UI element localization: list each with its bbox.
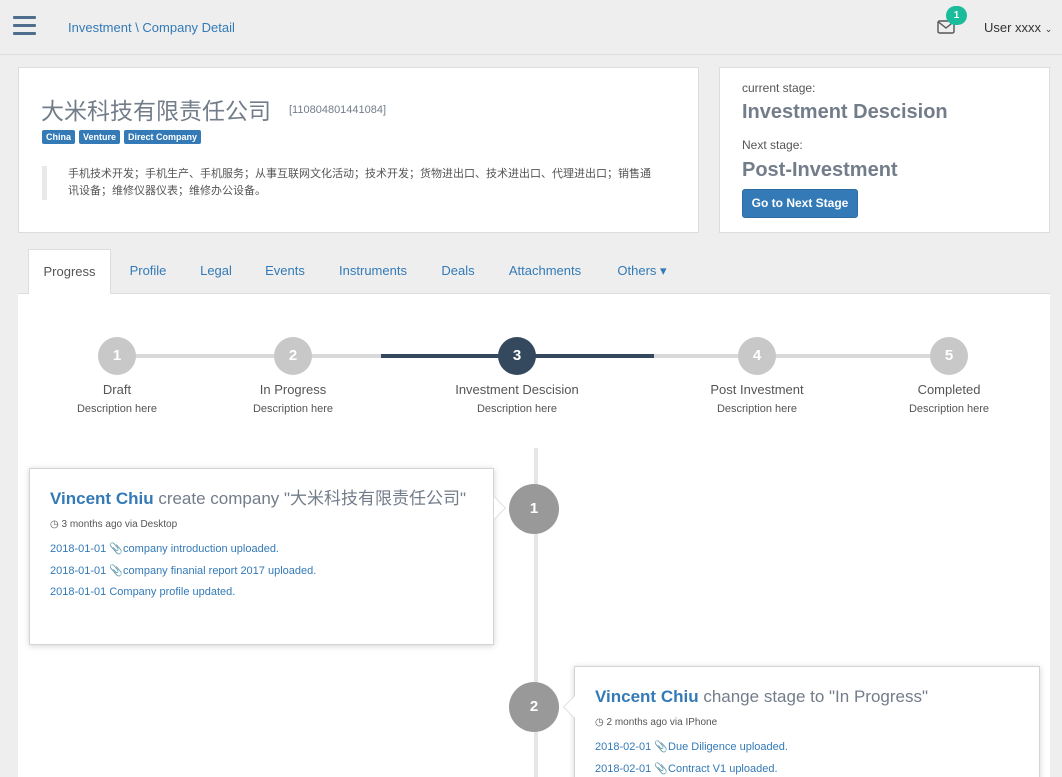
tab-deals[interactable]: Deals xyxy=(433,249,483,294)
hamburger-menu-icon[interactable] xyxy=(13,16,36,36)
step-connector xyxy=(117,354,381,358)
event-suffix: uploaded. xyxy=(726,763,778,775)
timeline-card-arrow xyxy=(563,695,575,719)
company-description: 手机技术开发；手机生产、手机服务；从事互联网文化活动；技术开发；货物进出口、技术… xyxy=(42,166,652,200)
event-suffix: uploaded. xyxy=(227,543,279,555)
step-4-title: Post Investment xyxy=(710,382,804,397)
timeline-title: Vincent Chiu create company "大米科技有限责任公司" xyxy=(50,489,473,509)
step-5-desc: Description here xyxy=(908,403,990,415)
event-date: 2018-01-01 xyxy=(50,586,107,598)
timeline-action: create company "大米科技有限责任公司" xyxy=(153,489,467,508)
breadcrumb[interactable]: Investment \ Company Detail xyxy=(68,20,235,35)
tab-bar: Progress Profile Legal Events Instrument… xyxy=(18,249,1050,295)
next-stage-value: Post-Investment xyxy=(742,159,898,181)
timeline-event: 2018-01-01 Company profile updated. xyxy=(50,586,473,598)
go-to-next-stage-button[interactable]: Go to Next Stage xyxy=(742,189,858,218)
timeline-meta-text: 3 months ago via Desktop xyxy=(61,519,178,530)
event-suffix: uploaded. xyxy=(736,741,788,753)
tab-legal[interactable]: Legal xyxy=(192,249,240,294)
step-1-circle[interactable]: 1 xyxy=(98,337,136,375)
timeline-badge-1: 1 xyxy=(509,484,559,534)
step-connector xyxy=(654,354,949,358)
event-date: 2018-01-01 xyxy=(50,543,107,555)
company-name: 大米科技有限责任公司 xyxy=(41,98,271,124)
current-stage-value: Investment Descision xyxy=(742,101,948,123)
top-bar: Investment \ Company Detail 1 User xxxx … xyxy=(0,0,1062,55)
timeline-events: 2018-02-01 📎Due Diligence uploaded. 2018… xyxy=(595,740,1019,775)
tag-list: China Venture Direct Company xyxy=(42,130,202,144)
timeline-title: Vincent Chiu change stage to "In Progres… xyxy=(595,687,1019,707)
timeline-meta: ◷ 2 months ago via IPhone xyxy=(595,717,1019,728)
step-2-title: In Progress xyxy=(259,382,327,397)
step-5-title: Completed xyxy=(917,382,981,397)
company-card: 大米科技有限责任公司 [110804801441084] China Ventu… xyxy=(18,67,699,233)
timeline-author[interactable]: Vincent Chiu xyxy=(595,687,699,706)
step-4-desc: Description here xyxy=(716,403,798,415)
event-suffix: uploaded. xyxy=(264,565,317,577)
step-3-title: Investment Descision xyxy=(455,382,579,397)
step-5-circle[interactable]: 5 xyxy=(930,337,968,375)
tab-events[interactable]: Events xyxy=(256,249,314,294)
paperclip-icon: 📎 xyxy=(109,543,124,555)
paperclip-icon: 📎 xyxy=(654,741,669,753)
timeline-event: 2018-02-01 📎Due Diligence uploaded. xyxy=(595,740,1019,753)
timeline-meta: ◷ 3 months ago via Desktop xyxy=(50,519,473,530)
tag-venture[interactable]: Venture xyxy=(79,130,121,144)
timeline-badge-2: 2 xyxy=(509,682,559,732)
step-2-desc: Description here xyxy=(252,403,334,415)
notification-badge: 1 xyxy=(946,6,967,25)
current-stage-label: current stage: xyxy=(742,81,816,95)
timeline-event: 2018-02-01 📎Contract V1 uploaded. xyxy=(595,762,1019,775)
chevron-down-icon: ⌄ xyxy=(1044,24,1053,34)
tab-instruments[interactable]: Instruments xyxy=(330,249,416,294)
event-link[interactable]: Contract V1 xyxy=(668,763,726,775)
timeline-event: 2018-01-01 📎company finanial report 2017… xyxy=(50,564,473,577)
timeline-event: 2018-01-01 📎company introduction uploade… xyxy=(50,542,473,555)
timeline-card-arrow xyxy=(494,496,506,520)
progress-panel: 1 Draft Description here 2 In Progress D… xyxy=(18,294,1050,777)
timeline-events: 2018-01-01 📎company introduction uploade… xyxy=(50,542,473,598)
timeline-card-2: Vincent Chiu change stage to "In Progres… xyxy=(574,666,1040,777)
event-link[interactable]: company introduction xyxy=(123,543,228,555)
tab-attachments[interactable]: Attachments xyxy=(500,249,590,294)
event-link[interactable]: company finanial report 2017 xyxy=(123,565,265,577)
event-suffix: updated. xyxy=(189,586,236,598)
user-label: User xxxx xyxy=(984,20,1042,35)
event-date: 2018-02-01 xyxy=(595,763,652,775)
event-date: 2018-02-01 xyxy=(595,741,652,753)
event-link[interactable]: Due Diligence xyxy=(668,741,736,753)
step-3-desc: Description here xyxy=(476,403,558,415)
step-3-circle[interactable]: 3 xyxy=(498,337,536,375)
timeline-action: change stage to "In Progress" xyxy=(698,687,929,706)
step-1-desc: Description here xyxy=(76,403,158,415)
event-date: 2018-01-01 xyxy=(50,565,107,577)
timeline-meta-text: 2 months ago via IPhone xyxy=(606,717,718,728)
stage-card: current stage: Investment Descision Next… xyxy=(719,67,1050,233)
company-id: [110804801441084] xyxy=(289,104,387,116)
tag-direct-company[interactable]: Direct Company xyxy=(124,130,202,144)
tab-others[interactable]: Others ▾ xyxy=(608,249,676,294)
step-2-circle[interactable]: 2 xyxy=(274,337,312,375)
timeline-card-1: Vincent Chiu create company "大米科技有限责任公司"… xyxy=(29,468,494,645)
timeline-author[interactable]: Vincent Chiu xyxy=(50,489,154,508)
tab-profile[interactable]: Profile xyxy=(117,249,179,294)
clock-icon: ◷ xyxy=(50,519,59,530)
step-4-circle[interactable]: 4 xyxy=(738,337,776,375)
paperclip-icon: 📎 xyxy=(654,763,669,775)
tag-china[interactable]: China xyxy=(42,130,76,144)
step-1-title: Draft xyxy=(102,382,132,397)
event-link[interactable]: Company profile xyxy=(109,586,189,598)
next-stage-label: Next stage: xyxy=(742,138,803,152)
clock-icon: ◷ xyxy=(595,717,604,728)
user-menu[interactable]: User xxxx ⌄ xyxy=(984,20,1052,35)
paperclip-icon: 📎 xyxy=(109,565,124,577)
tab-progress[interactable]: Progress xyxy=(28,249,111,295)
